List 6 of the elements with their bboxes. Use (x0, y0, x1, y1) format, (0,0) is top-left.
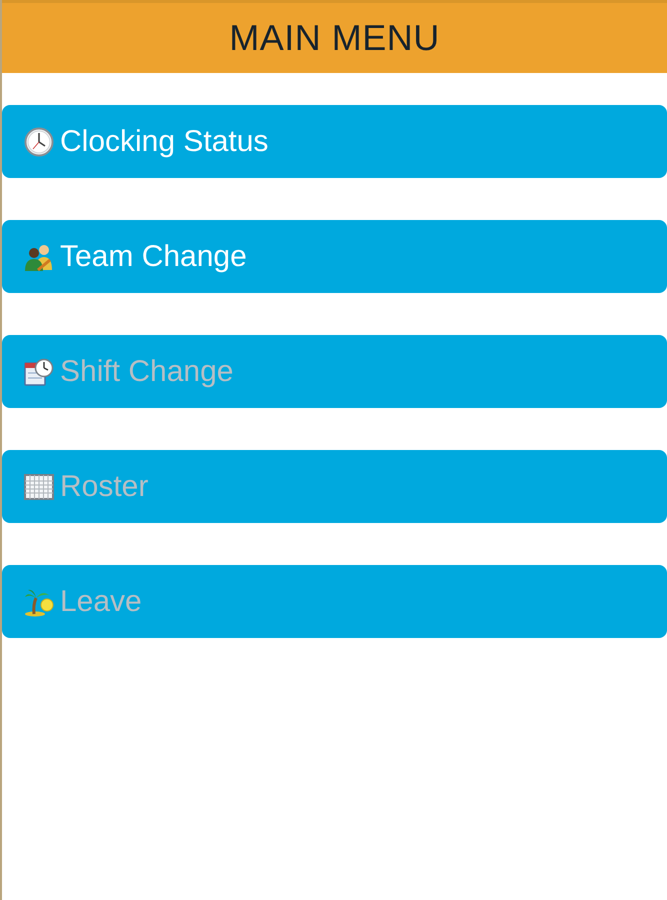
menu-button[interactable]: Team Change (2, 220, 667, 293)
grid-icon (24, 472, 54, 502)
menu-button[interactable]: Clocking Status (2, 105, 667, 178)
header-title: MAIN MENU (229, 17, 440, 59)
calendar-clock-icon (24, 356, 54, 386)
clock-icon (24, 126, 54, 156)
